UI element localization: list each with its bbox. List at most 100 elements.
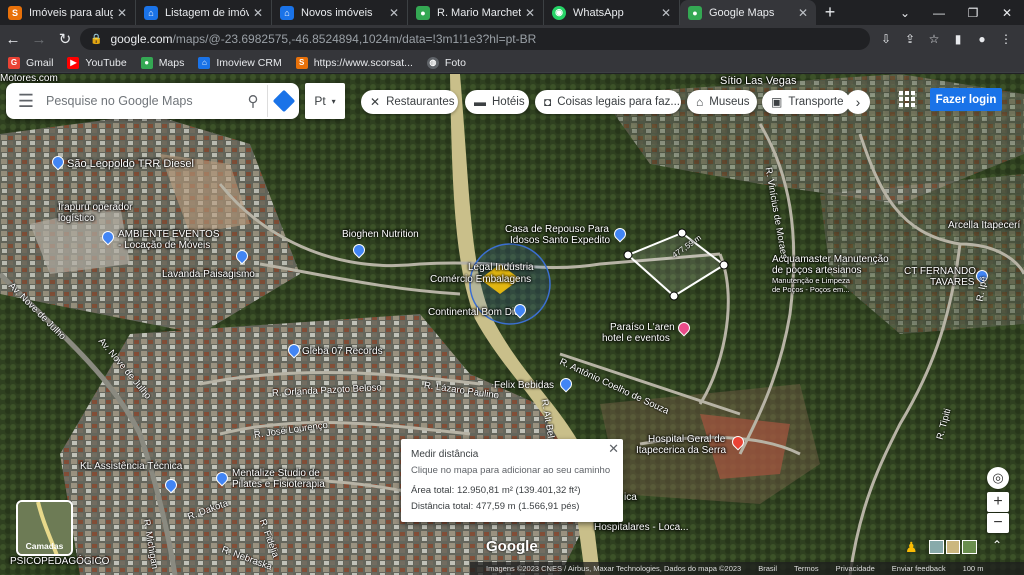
install-icon[interactable]: ⇩ bbox=[874, 27, 898, 51]
profile-icon[interactable]: ● bbox=[970, 27, 994, 51]
place-label[interactable]: Acquamaster Manutenção bbox=[772, 254, 889, 265]
minimize-icon[interactable]: — bbox=[922, 0, 956, 25]
browser-tab[interactable]: ⌂ Listagem de imóveis ✕ bbox=[136, 0, 272, 25]
place-label[interactable]: de Poços - Poços em... bbox=[772, 285, 850, 294]
close-icon[interactable]: ✕ bbox=[253, 6, 263, 20]
footer-privacy[interactable]: Privacidade bbox=[836, 564, 875, 573]
share-icon[interactable]: ⇪ bbox=[898, 27, 922, 51]
close-window-icon[interactable]: ✕ bbox=[990, 0, 1024, 25]
sidebar-icon[interactable]: ▮ bbox=[946, 27, 970, 51]
layers-label: Camadas bbox=[25, 541, 64, 551]
browser-tab[interactable]: S Imóveis para alugar e ✕ bbox=[0, 0, 136, 25]
bookmark-scorsat[interactable]: Shttps://www.scorsat... bbox=[295, 56, 413, 69]
place-label[interactable]: de poços artesianos bbox=[772, 265, 862, 276]
new-tab-button[interactable]: + bbox=[816, 0, 844, 25]
browser-tab-active[interactable]: ● Google Maps ✕ bbox=[680, 0, 816, 25]
place-label[interactable]: PSICOPEDAGÓGICO bbox=[10, 556, 109, 567]
footer-country[interactable]: Brasil bbox=[758, 564, 777, 573]
zoom-out-icon[interactable]: − bbox=[987, 513, 1009, 533]
place-label[interactable]: Continental Bom Dia bbox=[428, 307, 520, 318]
chip-things-to-do[interactable]: ◘ Coisas legais para faz... bbox=[535, 90, 681, 114]
imagery-thumbnails[interactable] bbox=[929, 540, 978, 554]
browser-tab[interactable]: ⌂ Novos imóveis ✕ bbox=[272, 0, 408, 25]
pegman-icon[interactable]: ♟ bbox=[905, 539, 919, 557]
house-icon: ⌂ bbox=[144, 5, 158, 20]
bookmark-maps[interactable]: ● Maps bbox=[140, 56, 184, 69]
place-label[interactable]: Manutenção e Limpeza bbox=[772, 276, 850, 285]
close-icon[interactable]: ✕ bbox=[608, 441, 619, 457]
browser-toolbar: ← → ↻ 🔒 google.com /maps/@-23.6982575,-4… bbox=[0, 25, 1024, 53]
layers-button[interactable]: Camadas bbox=[16, 500, 73, 556]
chevron-right-icon[interactable]: › bbox=[846, 90, 870, 114]
restore-icon[interactable]: ❐ bbox=[956, 0, 990, 25]
directions-icon[interactable] bbox=[267, 85, 299, 117]
back-icon[interactable]: ← bbox=[0, 26, 26, 52]
lock-icon[interactable]: 🔒 bbox=[90, 34, 102, 45]
place-label[interactable]: - Locação de Móveis bbox=[118, 240, 210, 251]
place-label[interactable]: Hospital Geral de bbox=[648, 434, 725, 445]
footer-feedback[interactable]: Enviar feedback bbox=[892, 564, 946, 573]
apps-grid-icon[interactable] bbox=[899, 91, 915, 107]
hamburger-menu-icon[interactable]: ☰ bbox=[6, 91, 46, 112]
scale-label[interactable]: 100 m bbox=[963, 564, 984, 573]
tab-title: Imóveis para alugar e bbox=[29, 6, 113, 19]
address-bar[interactable]: 🔒 google.com /maps/@-23.6982575,-46.8524… bbox=[80, 28, 870, 50]
bookmark-foto[interactable]: ◍ Foto bbox=[426, 56, 466, 69]
chevron-down-icon[interactable]: ⌄ bbox=[888, 0, 922, 25]
place-label[interactable]: Lavanda Paisagismo bbox=[162, 269, 255, 280]
reload-icon[interactable]: ↻ bbox=[52, 26, 78, 52]
chip-museums[interactable]: ⌂ Museus bbox=[687, 90, 757, 114]
login-button[interactable]: Fazer login bbox=[930, 88, 1002, 111]
zoom-in-icon[interactable]: + bbox=[987, 492, 1009, 512]
close-icon[interactable]: ✕ bbox=[525, 6, 535, 20]
search-box[interactable]: ☰ Pesquise no Google Maps ⚲ bbox=[6, 83, 299, 119]
browser-tab[interactable]: ● R. Mario Marcheti, 54 ✕ bbox=[408, 0, 544, 25]
expand-icon[interactable]: ⌃ bbox=[992, 538, 1002, 552]
place-label[interactable]: Pilates e Fisioterapia bbox=[232, 479, 325, 490]
more-icon[interactable]: ⋮ bbox=[994, 27, 1018, 51]
place-label[interactable]: Felix Bebidas bbox=[494, 380, 554, 391]
place-label[interactable]: Gleba 07 Records bbox=[302, 346, 383, 357]
place-label[interactable]: São Leopoldo TRR Diesel bbox=[67, 158, 194, 170]
search-input[interactable]: Pesquise no Google Maps bbox=[46, 94, 239, 108]
place-label[interactable]: Mentalize Studio de bbox=[232, 468, 320, 479]
place-label[interactable]: Paraíso L'aren bbox=[610, 322, 675, 333]
footer-terms[interactable]: Termos bbox=[794, 564, 819, 573]
place-label[interactable]: Arcella Itapecerí bbox=[948, 220, 1020, 231]
place-label[interactable]: ica bbox=[624, 492, 637, 503]
map-canvas[interactable]: Motores.com Sítio Las Vegas São Leopoldo… bbox=[0, 74, 1024, 575]
close-icon[interactable]: ✕ bbox=[117, 6, 127, 20]
place-label[interactable]: Idosos Santo Expedito bbox=[510, 235, 610, 246]
place-label[interactable]: Itapecerica da Serra bbox=[636, 445, 726, 456]
close-icon[interactable]: ✕ bbox=[389, 6, 399, 20]
chip-restaurants[interactable]: ✕ Restaurantes bbox=[361, 90, 458, 114]
place-label[interactable]: Casa de Repouso Para bbox=[505, 224, 609, 235]
chip-label: Hotéis bbox=[492, 96, 525, 108]
place-label[interactable]: TAVARES bbox=[930, 277, 974, 288]
place-label[interactable]: Sítio Las Vegas bbox=[720, 75, 796, 87]
place-label[interactable]: KL Assistência Técnica bbox=[80, 461, 182, 472]
place-label[interactable]: Bioghen Nutrition bbox=[342, 229, 419, 240]
place-label[interactable]: logístico bbox=[58, 213, 95, 224]
bookmark-youtube[interactable]: ▶ YouTube bbox=[67, 56, 127, 69]
chip-hotels[interactable]: ▬ Hotéis bbox=[465, 90, 529, 114]
language-select[interactable]: Pt ▾ bbox=[305, 83, 345, 119]
forward-icon[interactable]: → bbox=[26, 26, 52, 52]
place-label[interactable]: Irapuru operador bbox=[58, 202, 133, 213]
place-label[interactable]: hotel e eventos bbox=[602, 333, 670, 344]
place-label[interactable]: CT FERNANDO bbox=[904, 266, 976, 277]
chip-transit[interactable]: ▣ Transporte p bbox=[762, 90, 850, 114]
star-icon[interactable]: ☆ bbox=[922, 27, 946, 51]
close-icon[interactable]: ✕ bbox=[798, 6, 808, 20]
browser-tab[interactable]: ◉ WhatsApp ✕ bbox=[544, 0, 680, 25]
bookmark-imoview[interactable]: ⌂ Imoview CRM bbox=[198, 56, 282, 69]
maps-pin-icon: ● bbox=[140, 56, 153, 69]
place-label[interactable]: Legal Indústria bbox=[468, 262, 534, 273]
my-location-icon[interactable]: ◎ bbox=[987, 467, 1009, 489]
bookmark-gmail[interactable]: G Gmail bbox=[8, 56, 53, 69]
close-icon[interactable]: ✕ bbox=[661, 6, 671, 20]
place-label[interactable]: Hospitalares - Loca... bbox=[594, 522, 689, 533]
place-label[interactable]: Comércio Embalagens bbox=[430, 274, 531, 285]
place-label[interactable]: AMBIENTE EVENTOS bbox=[118, 229, 220, 240]
search-icon[interactable]: ⚲ bbox=[239, 92, 267, 110]
